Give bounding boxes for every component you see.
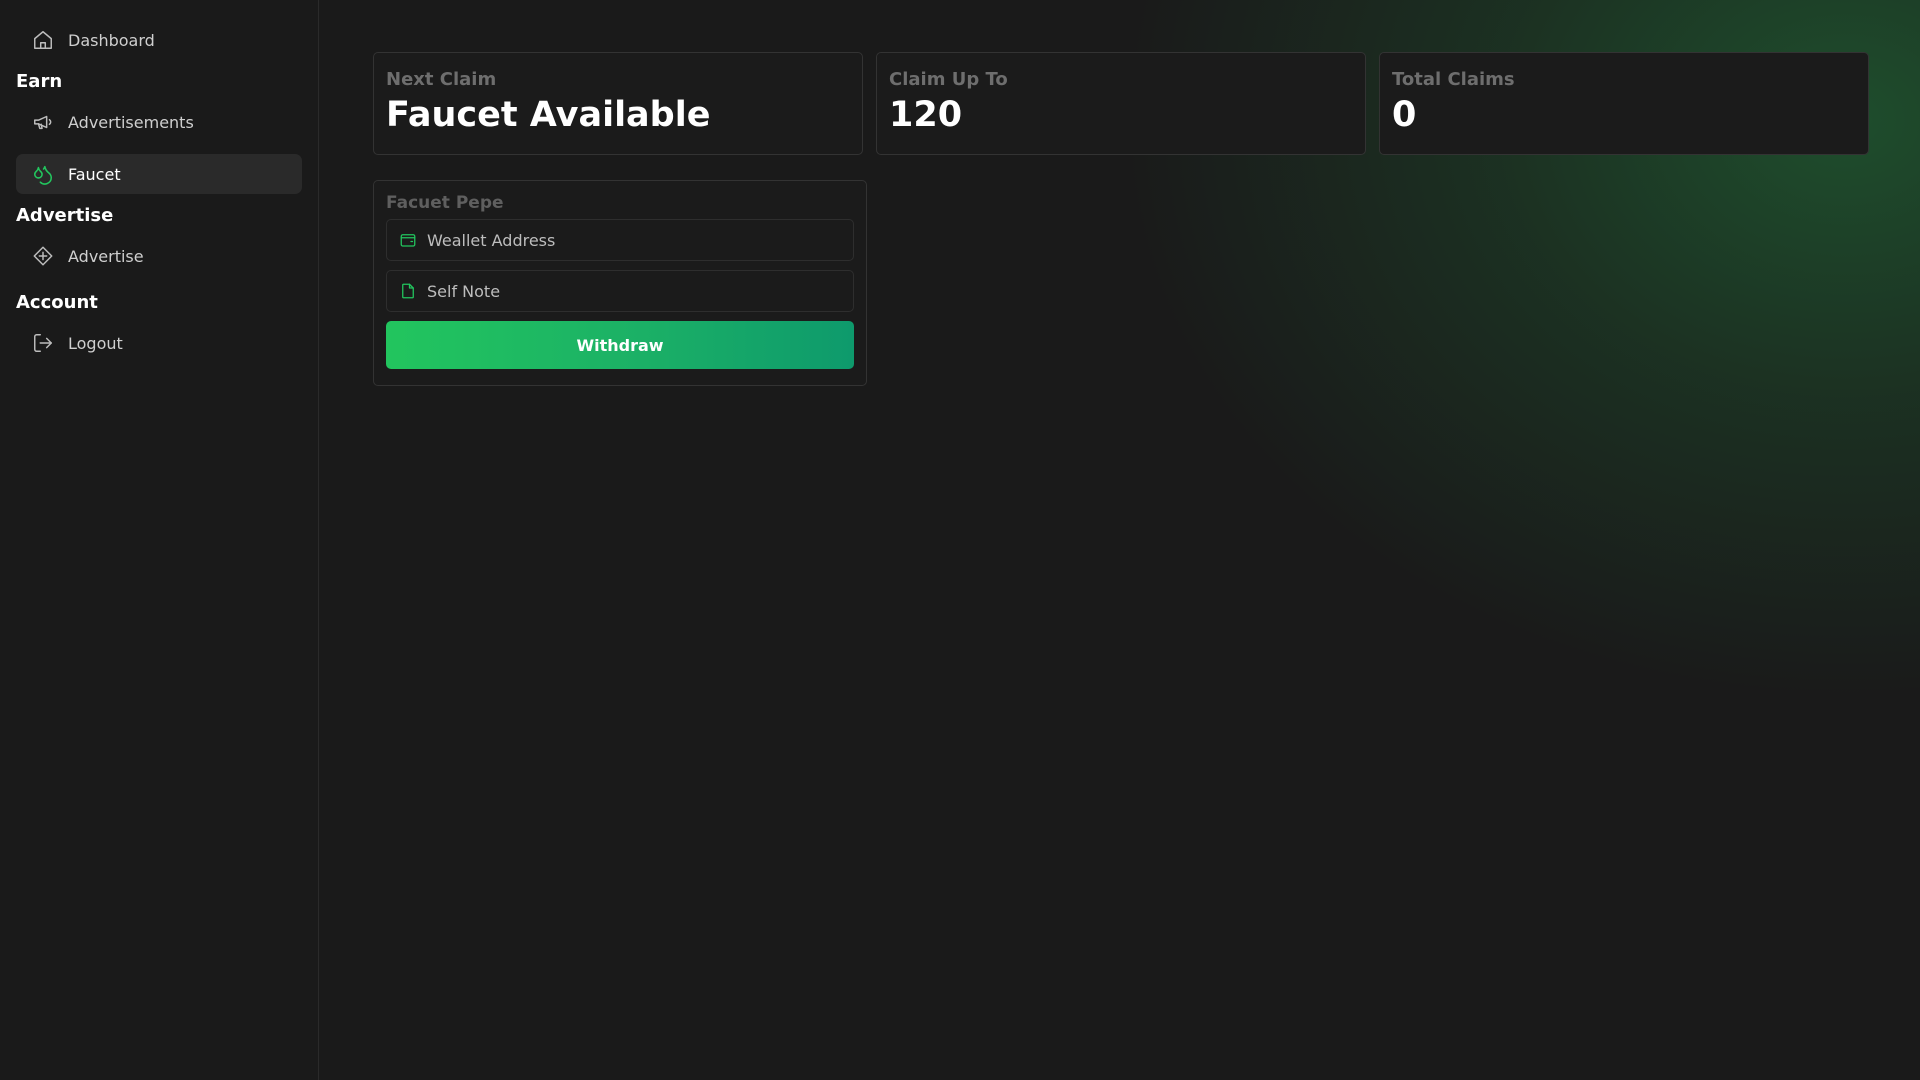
home-icon — [34, 31, 52, 49]
stat-card-total-claims: Total Claims 0 — [1379, 52, 1869, 155]
main-content: Next Claim Faucet Available Claim Up To … — [320, 0, 1920, 1080]
stat-value: 0 — [1392, 95, 1417, 135]
sidebar-item-label: Faucet — [68, 164, 121, 184]
stat-label: Claim Up To — [889, 69, 1008, 90]
section-title-advertise: Advertise — [16, 205, 114, 226]
self-note-input[interactable] — [427, 281, 841, 301]
stat-value: 120 — [889, 95, 963, 135]
wallet-icon — [400, 234, 416, 247]
sidebar-item-label: Logout — [68, 333, 123, 353]
sidebar-item-advertisements[interactable]: Advertisements — [16, 102, 302, 142]
stat-value: Faucet Available — [386, 95, 711, 135]
sidebar-item-logout[interactable]: Logout — [16, 323, 302, 363]
sidebar: Dashboard Earn Advertisements Faucet Adv… — [0, 0, 319, 1080]
diamond-plus-icon — [33, 246, 53, 266]
wallet-address-input[interactable] — [427, 230, 841, 250]
app: Dashboard Earn Advertisements Faucet Adv… — [0, 0, 1920, 1080]
withdraw-button[interactable]: Withdraw — [386, 321, 854, 369]
faucet-form: Facuet Pepe Withdraw — [373, 180, 867, 386]
sidebar-item-faucet[interactable]: Faucet — [16, 154, 302, 194]
stat-label: Total Claims — [1392, 69, 1515, 90]
sidebar-item-label: Advertise — [68, 246, 144, 266]
droplets-icon — [33, 165, 53, 185]
stat-label: Next Claim — [386, 69, 497, 90]
sidebar-item-dashboard[interactable]: Dashboard — [16, 20, 302, 60]
stat-card-next-claim: Next Claim Faucet Available — [373, 52, 863, 155]
section-title-earn: Earn — [16, 71, 63, 92]
sidebar-item-label: Advertisements — [68, 112, 194, 132]
logout-icon — [34, 334, 52, 352]
file-icon — [402, 283, 414, 299]
sidebar-item-advertise[interactable]: Advertise — [16, 236, 302, 276]
stat-card-claim-up-to: Claim Up To 120 — [876, 52, 1366, 155]
megaphone-icon — [34, 115, 52, 130]
wallet-address-field[interactable] — [386, 219, 854, 261]
self-note-field[interactable] — [386, 270, 854, 312]
stats-row: Next Claim Faucet Available Claim Up To … — [373, 52, 1869, 155]
form-title: Facuet Pepe — [386, 193, 504, 213]
section-title-account: Account — [16, 292, 98, 313]
sidebar-item-label: Dashboard — [68, 30, 155, 50]
